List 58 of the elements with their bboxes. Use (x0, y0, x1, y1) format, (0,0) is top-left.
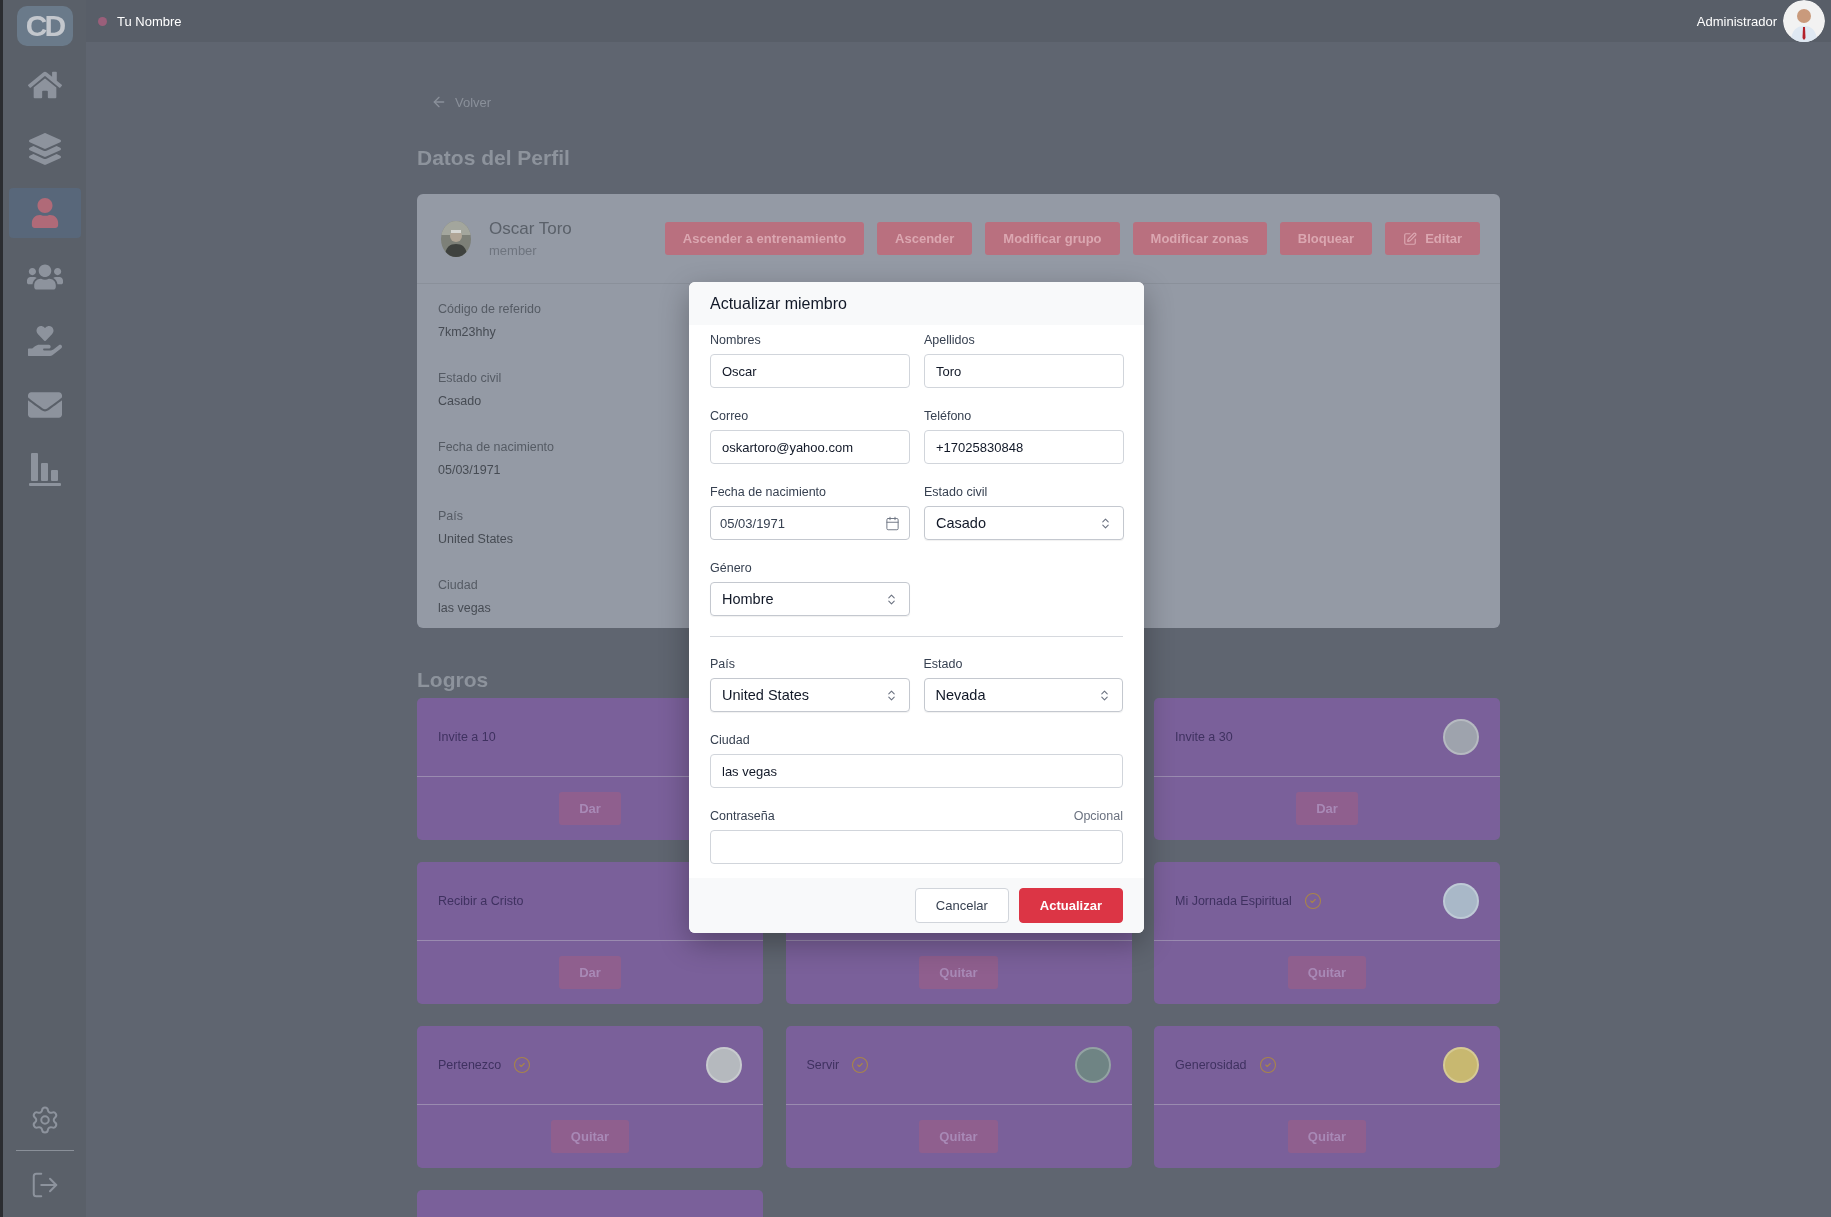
arrow-left-icon (431, 94, 447, 110)
field-label: Ciudad (438, 578, 478, 592)
field-label: Correo (710, 409, 749, 423)
bar-chart-icon (27, 451, 62, 487)
update-button[interactable]: Actualizar (1018, 888, 1123, 923)
optional-hint: Opcional (1073, 809, 1123, 823)
text-field[interactable]: las vegas (710, 754, 1123, 788)
edit-icon (1403, 231, 1418, 246)
updown-icon (1098, 688, 1111, 702)
field-label: Teléfono (924, 409, 972, 423)
achievement-title: Servir (806, 1058, 840, 1072)
select-field[interactable]: United States (710, 678, 910, 712)
user-name: Tu Nombre (117, 13, 182, 29)
field-label: Nombres (710, 333, 761, 347)
updown-icon (885, 592, 898, 606)
field-label: Fecha de nacimiento (710, 485, 827, 499)
password-field[interactable] (710, 830, 1123, 864)
field-label: País (438, 509, 463, 523)
field-label: Ciudad (710, 733, 750, 747)
updown-icon (1099, 516, 1112, 530)
member-name: Oscar Toro (489, 219, 572, 239)
field-label: Estado (923, 657, 963, 671)
achievement-title: Mi Jornada Espiritual (1175, 894, 1292, 908)
field-label: Contraseña (710, 809, 775, 823)
user-role: Administrador (1696, 13, 1777, 29)
date-field[interactable]: 05/03/1971 (710, 506, 910, 540)
user-icon (29, 198, 60, 228)
achievement-title: Invite a 10 (438, 730, 496, 744)
field-label: Código de referido (438, 302, 541, 316)
achievement-title: Pertenezco (438, 1058, 502, 1072)
text-field[interactable]: Oscar (710, 354, 910, 388)
status-dot (98, 16, 107, 26)
text-field[interactable]: oskartoro@yahoo.com (710, 430, 910, 464)
field-label: País (710, 657, 735, 671)
achievement-title: Generosidad (1175, 1058, 1247, 1072)
select-field[interactable]: Hombre (710, 582, 910, 616)
sidebar-item[interactable] (8, 188, 81, 238)
text-field[interactable]: +17025830848 (924, 430, 1124, 464)
cancel-button[interactable]: Cancelar (914, 888, 1009, 923)
achievement-title: Invite a 30 (1175, 730, 1233, 744)
hand-heart-icon (27, 324, 62, 358)
calendar-icon (885, 515, 900, 531)
dialog-title: Actualizar miembro (710, 294, 847, 313)
field-label: Fecha de nacimiento (438, 440, 555, 454)
field-value: United States (438, 532, 514, 546)
field-value: Casado (438, 394, 482, 408)
field-label: Estado civil (924, 485, 988, 499)
field-value: 05/03/1971 (438, 463, 501, 477)
layers-icon (28, 133, 61, 165)
field-label: Estado civil (438, 371, 502, 385)
text-field[interactable]: Toro (924, 354, 1124, 388)
field-label: Apellidos (924, 333, 975, 347)
achievement-title: Recibir a Cristo (438, 894, 524, 908)
avatar[interactable] (1783, 0, 1825, 42)
field-label: Género (710, 561, 752, 575)
select-field[interactable]: Casado (924, 506, 1124, 540)
logo[interactable]: CD (16, 6, 73, 46)
select-field[interactable]: Nevada (923, 678, 1123, 712)
